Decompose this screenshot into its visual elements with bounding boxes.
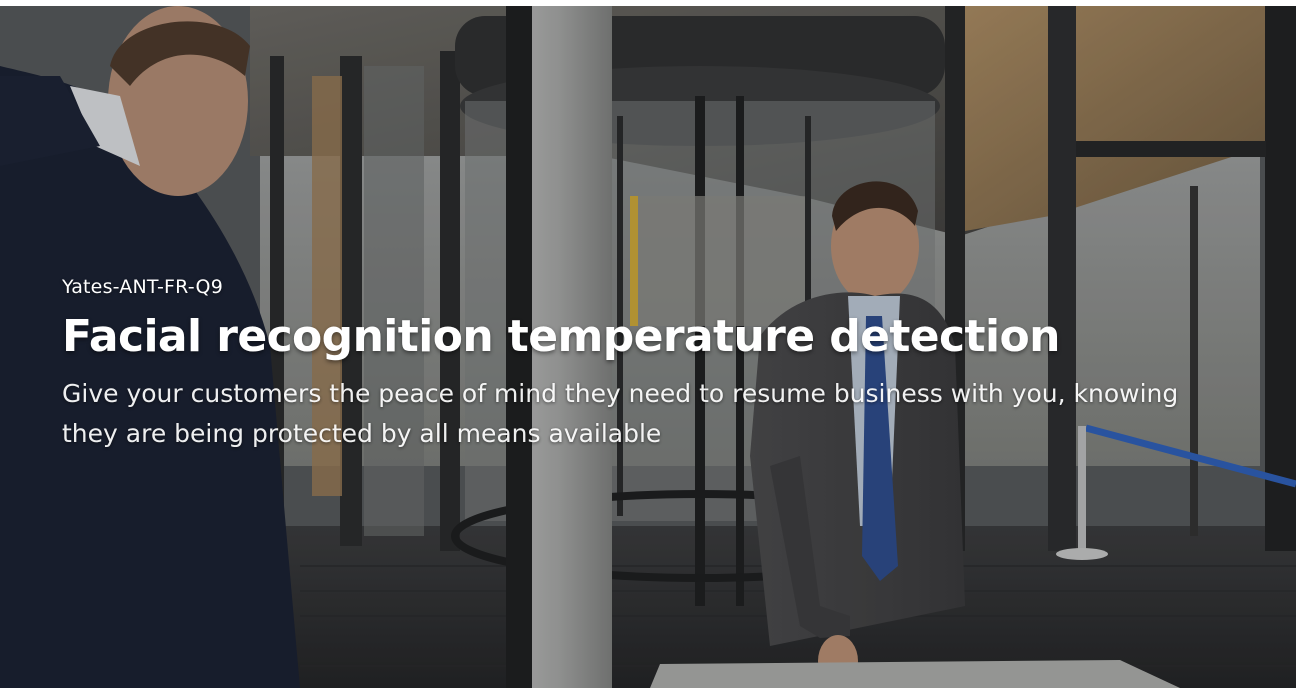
banner-title: Facial recognition temperature detection xyxy=(62,311,1060,362)
banner-caption: Yates-ANT-FR-Q9 Facial recognition tempe… xyxy=(62,276,1242,454)
banner-description: Give your customers the peace of mind th… xyxy=(62,379,1179,448)
product-code: Yates-ANT-FR-Q9 xyxy=(62,276,223,298)
hero-banner: Yates-ANT-FR-Q9 Facial recognition tempe… xyxy=(0,6,1296,688)
